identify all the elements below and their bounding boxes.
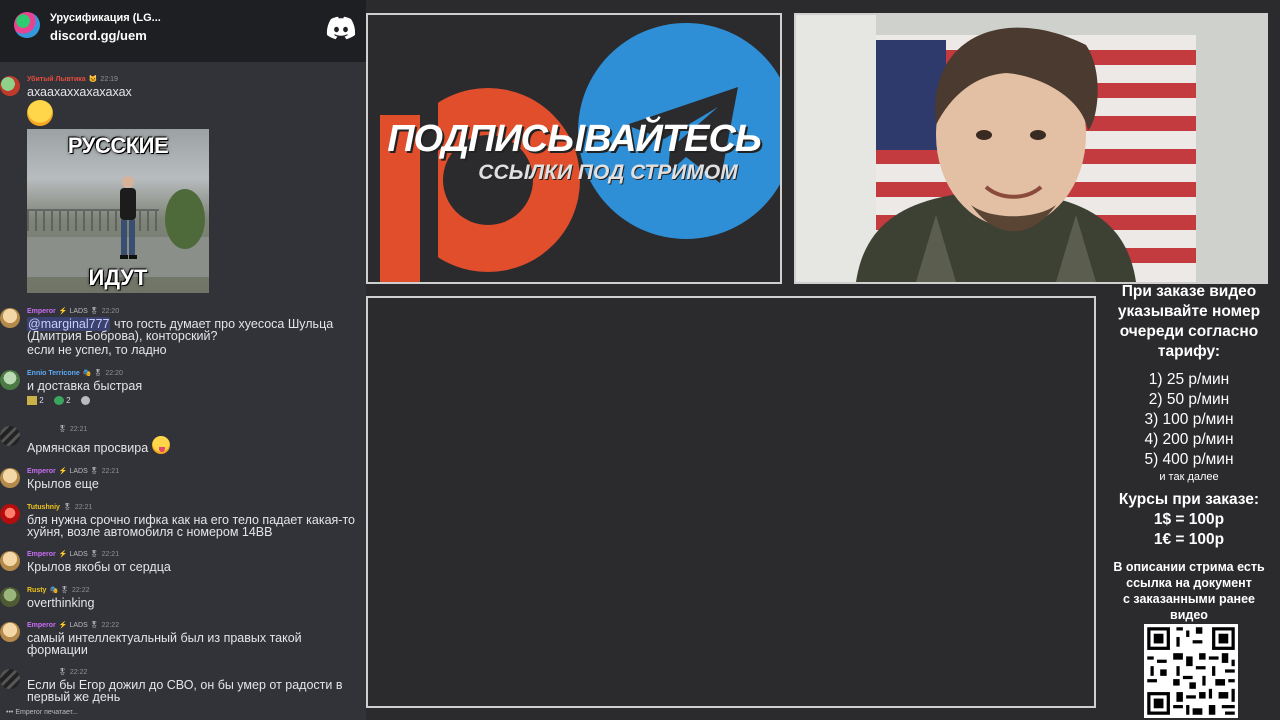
rates-title: Курсы при заказе:: [1118, 491, 1260, 508]
empty-video-panel: [366, 296, 1096, 708]
promo-subline: ССЫЛКИ ПОД СТРИМОМ: [478, 161, 738, 184]
avatar[interactable]: [0, 370, 20, 390]
username[interactable]: Tutushniy: [27, 504, 60, 511]
timestamp: 22:22: [72, 587, 90, 594]
role-badge: ⚡ LADS 🎖: [58, 308, 99, 315]
username[interactable]: Emperor: [27, 551, 56, 558]
info-heading-line: При заказе видео: [1121, 283, 1257, 300]
discord-chat-overlay: Урусификация (LG... discord.gg/uem Убиты…: [0, 0, 366, 720]
role-badge: 🎖: [58, 669, 67, 676]
reaction[interactable]: 2: [27, 396, 44, 406]
message-text: Крылов еще: [27, 477, 99, 491]
server-name[interactable]: Урусификация (LG...: [50, 12, 161, 24]
role-badge: 🐱: [88, 76, 98, 83]
role-badge: 🎖: [62, 504, 72, 511]
message-text: если не успел, то ладно: [27, 343, 167, 357]
avatar[interactable]: [0, 76, 20, 96]
rate-item: 1$ = 100р: [1153, 511, 1225, 528]
role-badge: ⚡ LADS 🎖: [58, 468, 99, 475]
avatar[interactable]: [0, 587, 20, 607]
description-line: видео: [1170, 608, 1208, 622]
message-text: Если бы Егор дожил до СВО, он бы умер от…: [27, 678, 343, 704]
gif-caption-top: РУССКИЕ: [67, 133, 169, 158]
message-text: Крылов якобы от сердца: [27, 560, 171, 574]
message-text: бля нужна срочно гифка как на его тело п…: [27, 513, 355, 539]
timestamp: 22:21: [101, 551, 120, 558]
avatar[interactable]: [0, 504, 20, 524]
price-item: 3) 100 р/мин: [1144, 411, 1234, 428]
add-reaction-icon[interactable]: [80, 396, 90, 406]
price-item: 1) 25 р/мин: [1148, 371, 1230, 388]
role-badge: 🎭 🎖: [49, 587, 70, 594]
message-text: @marginal777 что гость думает про хуесос…: [27, 317, 334, 343]
timestamp: 22:19: [100, 76, 118, 83]
gif-caption-bottom: ИДУТ: [88, 265, 148, 290]
timestamp: 22:22: [101, 622, 120, 629]
and-so-on-text: и так далее: [1159, 471, 1219, 483]
username[interactable]: Rusty: [27, 587, 46, 594]
description-line: В описании стрима есть: [1113, 560, 1265, 574]
globe-emoji-icon: [53, 396, 64, 406]
username[interactable]: Emperor: [27, 468, 56, 475]
username[interactable]: Emperor: [27, 308, 56, 315]
price-item: 4) 200 р/мин: [1144, 431, 1234, 448]
timestamp: 22:20: [105, 370, 123, 377]
timestamp: 22:21: [69, 426, 88, 433]
server-icon[interactable]: [14, 12, 40, 38]
reaction[interactable]: 2: [53, 396, 71, 406]
discord-header: Урусификация (LG... discord.gg/uem: [0, 0, 366, 62]
avatar[interactable]: [0, 468, 20, 488]
tag-emoji-icon: [27, 396, 37, 406]
avatar[interactable]: [0, 308, 20, 328]
subscribe-promo-panel: ПОДПИСЫВАЙТЕСЬ ССЫЛКИ ПОД СТРИМОМ: [366, 13, 782, 284]
laughing-emoji-icon: [27, 100, 53, 126]
timestamp: 22:20: [101, 308, 120, 315]
username[interactable]: Ennio Terricone: [27, 370, 80, 377]
info-heading-line: указывайте номер: [1117, 303, 1261, 320]
promo-headline: ПОДПИСЫВАЙТЕСЬ: [387, 118, 762, 160]
price-item: 2) 50 р/мин: [1148, 391, 1230, 408]
avatar[interactable]: [0, 551, 20, 571]
message-text: overthinking: [27, 596, 95, 610]
price-item: 5) 400 р/мин: [1144, 451, 1234, 468]
invite-link[interactable]: discord.gg/uem: [50, 28, 147, 43]
description-line: ссылка на документ: [1126, 576, 1252, 590]
walking-man-figure: [120, 176, 137, 259]
webcam-image: [796, 15, 1266, 282]
avatar[interactable]: [0, 622, 20, 642]
description-line: с заказанными ранее: [1122, 592, 1255, 606]
role-badge: 🎭 🎖: [82, 370, 103, 377]
message-text: Армянская просвира: [27, 435, 365, 454]
discord-logo-icon: [326, 16, 356, 40]
message-text: самый интеллектуальный был из правых так…: [27, 631, 302, 657]
role-badge: 🎖: [58, 426, 67, 433]
avatar[interactable]: [0, 426, 20, 446]
avatar[interactable]: [0, 669, 20, 689]
username[interactable]: Emperor: [27, 622, 56, 629]
role-badge: ⚡ LADS 🎖: [58, 622, 99, 629]
username[interactable]: Убитый Лывтика: [27, 76, 86, 83]
rate-item: 1€ = 100р: [1153, 531, 1225, 548]
role-badge: ⚡ LADS 🎖: [58, 551, 99, 558]
reactions-bar: 2 2: [27, 396, 98, 406]
message-text: ахаахаххахахахах: [27, 85, 132, 99]
info-heading-line: тарифу:: [1157, 343, 1221, 360]
timestamp: 22:21: [101, 468, 120, 475]
info-heading-line: очереди согласно: [1119, 323, 1259, 340]
message-text: и доставка быстрая: [27, 379, 143, 393]
typing-indicator: ••• Emperor печатает...: [6, 709, 78, 716]
gif-image[interactable]: РУССКИЕ ИДУТ: [27, 129, 209, 293]
webcam-feed: [794, 13, 1268, 284]
yum-emoji-icon: [151, 435, 170, 454]
timestamp: 22:21: [74, 504, 93, 511]
timestamp: 22:22: [69, 669, 88, 676]
qr-code[interactable]: [1144, 624, 1238, 718]
